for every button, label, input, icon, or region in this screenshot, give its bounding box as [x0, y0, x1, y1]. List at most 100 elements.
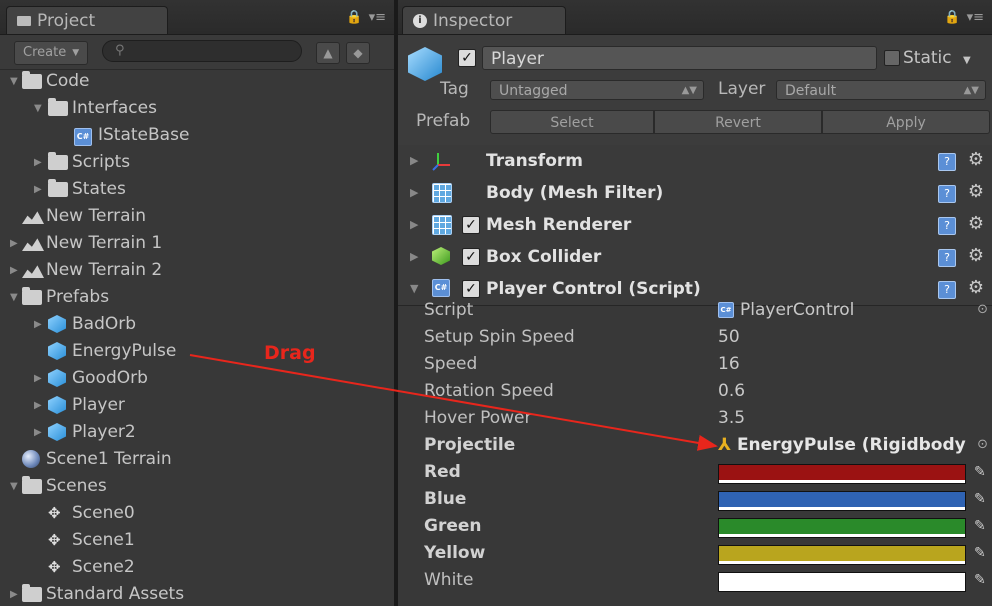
prefab-select-button[interactable]: Select [490, 110, 654, 134]
help-icon[interactable]: ? [938, 281, 956, 299]
tree-item[interactable]: ▶ Standard Assets [0, 581, 394, 606]
property-row: Rotation Speed 0.6 [398, 379, 992, 406]
object-name-field[interactable]: Player [482, 46, 877, 70]
component-enabled-checkbox[interactable]: ✓ [462, 216, 480, 234]
collapse-arrow-icon[interactable]: ▶ [10, 230, 22, 257]
tree-item[interactable]: ▶ New Terrain 1 [0, 230, 394, 257]
component-enabled-checkbox[interactable]: ✓ [462, 280, 480, 298]
eyedropper-icon[interactable]: ✎ [974, 518, 986, 534]
tag-dropdown[interactable]: Untagged ▲▼ [490, 80, 704, 100]
component-title: Box Collider [486, 247, 602, 267]
expand-arrow-icon[interactable]: ▼ [410, 282, 418, 295]
tree-item[interactable]: ✥ Scene1 [0, 527, 394, 554]
color-swatch[interactable] [718, 518, 966, 538]
component-enabled-checkbox[interactable]: ✓ [462, 248, 480, 266]
tree-item[interactable]: ▶ Scripts [0, 149, 394, 176]
gear-icon[interactable]: ⚙ [968, 213, 984, 234]
property-value-field[interactable]: 3.5 [718, 408, 745, 428]
collapse-arrow-icon[interactable]: ▶ [410, 218, 418, 231]
prefab-revert-button[interactable]: Revert [654, 110, 822, 134]
property-value-field[interactable]: 16 [718, 354, 740, 374]
collapse-arrow-icon[interactable]: ▶ [34, 419, 46, 446]
expand-arrow-icon[interactable]: ▼ [10, 284, 22, 311]
gear-icon[interactable]: ⚙ [968, 277, 984, 298]
help-icon[interactable]: ? [938, 249, 956, 267]
tree-item[interactable]: New Terrain [0, 203, 394, 230]
script-field[interactable]: C# PlayerControl [718, 300, 854, 320]
filter-by-label-icon[interactable]: ◆ [346, 42, 370, 64]
layer-dropdown[interactable]: Default ▲▼ [776, 80, 986, 100]
tree-item[interactable]: ✥ Scene2 [0, 554, 394, 581]
collapse-arrow-icon[interactable]: ▶ [410, 186, 418, 199]
object-picker-icon[interactable]: ⊙ [977, 437, 988, 452]
help-icon[interactable]: ? [938, 153, 956, 171]
rigidbody-icon: ⅄ [718, 435, 731, 455]
collapse-arrow-icon[interactable]: ▶ [10, 257, 22, 284]
collapse-arrow-icon[interactable]: ▶ [34, 311, 46, 338]
collapse-arrow-icon[interactable]: ▶ [410, 250, 418, 263]
tree-item[interactable]: ▼ Interfaces [0, 95, 394, 122]
tree-item[interactable]: ▶ New Terrain 2 [0, 257, 394, 284]
eyedropper-icon[interactable]: ✎ [974, 491, 986, 507]
color-swatch[interactable] [718, 464, 966, 484]
component-header[interactable]: ▶ Body (Mesh Filter)? ⚙ [398, 177, 992, 210]
eyedropper-icon[interactable]: ✎ [974, 572, 986, 588]
tree-item[interactable]: ✥ Scene0 [0, 500, 394, 527]
component-header[interactable]: ▶ ✓ Mesh Renderer? ⚙ [398, 209, 992, 242]
prefab-cube-icon [48, 423, 66, 441]
component-header[interactable]: ▶ Transform? ⚙ [398, 145, 992, 178]
tab-inspector[interactable]: i Inspector [402, 6, 566, 34]
tab-menu-icon[interactable]: ▾≡ [369, 10, 386, 25]
static-checkbox[interactable] [884, 50, 900, 66]
collapse-arrow-icon[interactable]: ▶ [10, 581, 22, 606]
gear-icon[interactable]: ⚙ [968, 181, 984, 202]
collapse-arrow-icon[interactable]: ▶ [34, 392, 46, 419]
color-swatch[interactable] [718, 572, 966, 592]
collapse-arrow-icon[interactable]: ▶ [34, 365, 46, 392]
property-value-field[interactable]: 0.6 [718, 381, 745, 401]
collapse-arrow-icon[interactable]: ▶ [34, 149, 46, 176]
object-picker-icon[interactable]: ⊙ [977, 302, 988, 317]
tree-item[interactable]: C# IStateBase [0, 122, 394, 149]
expand-arrow-icon[interactable]: ▼ [10, 473, 22, 500]
tree-item[interactable]: EnergyPulse [0, 338, 394, 365]
collapse-arrow-icon[interactable]: ▶ [410, 154, 418, 167]
eyedropper-icon[interactable]: ✎ [974, 545, 986, 561]
gear-icon[interactable]: ⚙ [968, 245, 984, 266]
prefab-apply-button[interactable]: Apply [822, 110, 990, 134]
tree-item[interactable]: ▼ Code [0, 68, 394, 95]
color-swatch[interactable] [718, 545, 966, 565]
tree-item-label: Scenes [46, 476, 107, 496]
help-icon[interactable]: ? [938, 185, 956, 203]
create-button[interactable]: Create ▼ [14, 41, 89, 65]
projectile-field[interactable]: ⅄ EnergyPulse (Rigidbody [718, 435, 966, 455]
folder-icon [17, 15, 31, 26]
expand-arrow-icon[interactable]: ▼ [10, 68, 22, 95]
gear-icon[interactable]: ⚙ [968, 149, 984, 170]
tab-menu-icon[interactable]: ▾≡ [967, 10, 984, 25]
tree-item[interactable]: Scene1 Terrain [0, 446, 394, 473]
tab-project[interactable]: Project [6, 6, 168, 34]
property-value-field[interactable]: 50 [718, 327, 740, 347]
expand-arrow-icon[interactable]: ▼ [34, 95, 46, 122]
tree-item[interactable]: ▶ States [0, 176, 394, 203]
static-toggle[interactable]: Static ▼ [884, 46, 984, 70]
component-header[interactable]: ▶ ✓ Box Collider? ⚙ [398, 241, 992, 274]
eyedropper-icon[interactable]: ✎ [974, 464, 986, 480]
active-checkbox[interactable]: ✓ [458, 49, 476, 67]
tree-item[interactable]: ▶ BadOrb [0, 311, 394, 338]
color-swatch[interactable] [718, 491, 966, 511]
tree-item[interactable]: ▶ Player [0, 392, 394, 419]
unity-scene-icon: ✥ [48, 504, 61, 522]
tree-item[interactable]: ▶ GoodOrb [0, 365, 394, 392]
tree-item[interactable]: ▼ Prefabs [0, 284, 394, 311]
collapse-arrow-icon[interactable]: ▶ [34, 176, 46, 203]
tree-item[interactable]: ▶ Player2 [0, 419, 394, 446]
help-icon[interactable]: ? [938, 217, 956, 235]
filter-by-type-icon[interactable]: ▲ [316, 42, 340, 64]
lock-icon[interactable]: 🔒 [944, 10, 960, 25]
component-title: Player Control (Script) [486, 279, 701, 299]
search-input[interactable]: ⚲ [102, 40, 302, 62]
lock-icon[interactable]: 🔒 [346, 10, 362, 25]
tree-item[interactable]: ▼ Scenes [0, 473, 394, 500]
